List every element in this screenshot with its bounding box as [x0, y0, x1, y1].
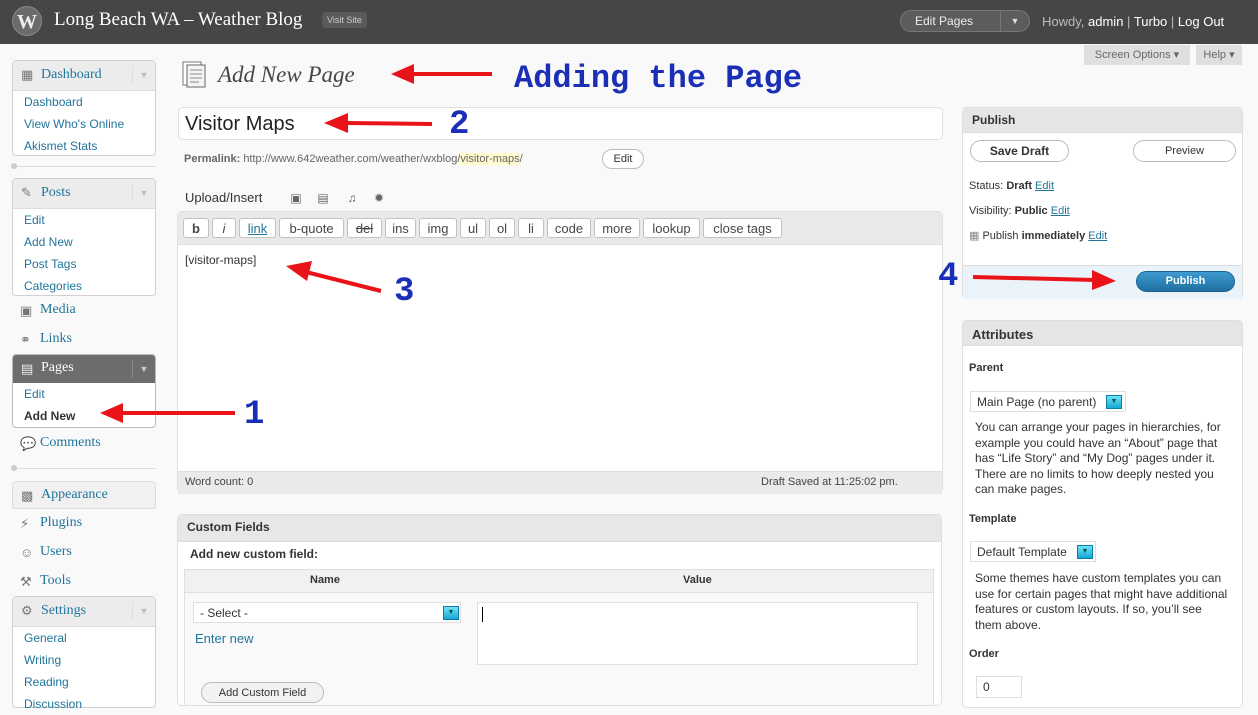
- annotation-adding-page: Adding the Page: [514, 60, 803, 97]
- arrow-content: [286, 261, 382, 293]
- annotation-step-1: 1: [244, 396, 265, 434]
- annotation-arrows: [100, 64, 1116, 423]
- annotation-step-4: 4: [938, 258, 959, 296]
- arrow-heading: [391, 64, 492, 84]
- arrow-add-new: [100, 403, 235, 423]
- annotation-step-3: 3: [394, 273, 415, 311]
- arrow-publish: [972, 270, 1116, 290]
- arrow-title: [324, 113, 433, 133]
- annotation-step-2: 2: [449, 106, 470, 144]
